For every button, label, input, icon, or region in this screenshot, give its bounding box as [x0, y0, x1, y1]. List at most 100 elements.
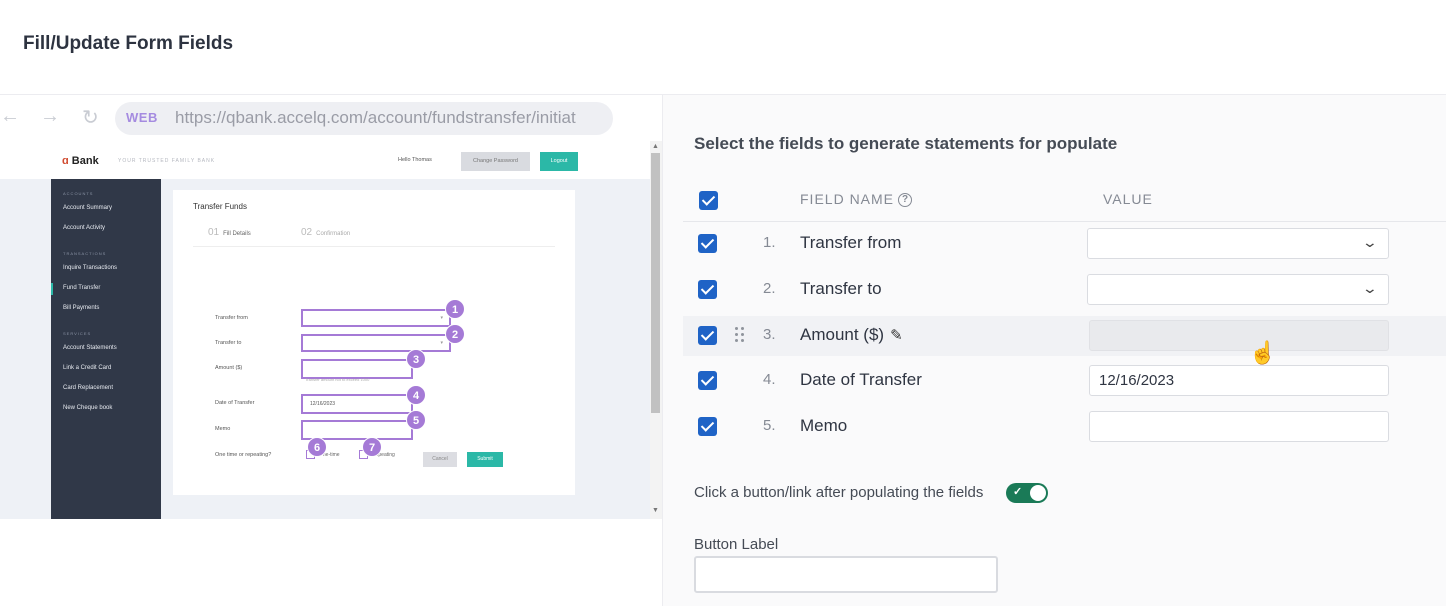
check-icon: ✓ — [1013, 486, 1023, 498]
sidebar-link[interactable]: New Cheque book — [63, 405, 112, 411]
transfer-to-select[interactable]: ▾ — [301, 334, 451, 352]
field-checkbox[interactable] — [698, 326, 717, 345]
field-selection-panel: Select the fields to generate statements… — [662, 95, 1446, 606]
divider — [193, 246, 555, 247]
button-label-input[interactable] — [694, 556, 998, 593]
transfer-from-select[interactable]: ▾ — [301, 309, 451, 327]
sidebar-link[interactable]: Account Summary — [63, 205, 112, 211]
row-index: 3. — [763, 326, 776, 343]
button-label-title: Button Label — [694, 536, 779, 553]
step-badge: 7 — [362, 437, 382, 457]
site-header: ɑ Bank YOUR TRUSTED FAMILY BANK Hello Th… — [0, 141, 650, 179]
field-name: Transfer from — [800, 233, 902, 252]
url-text[interactable]: https://qbank.accelq.com/account/fundstr… — [175, 108, 605, 128]
active-indicator — [51, 283, 53, 295]
cancel-button[interactable]: Cancel — [423, 452, 457, 467]
table-header: FIELD NAME? VALUE — [683, 180, 1446, 222]
amount-hint: Transfer amount not to exceed 1000 — [305, 377, 370, 382]
row-index: 5. — [763, 417, 776, 434]
page-title: Fill/Update Form Fields — [23, 33, 234, 54]
field-name: Transfer to — [800, 279, 882, 298]
row-index: 1. — [763, 234, 776, 251]
click-after-toggle[interactable]: ✓ — [1006, 483, 1048, 503]
page-header: Fill/Update Form Fields — [0, 0, 1446, 95]
value-select[interactable]: ⌄ — [1087, 274, 1389, 305]
label-transfer-from: Transfer from — [215, 315, 248, 321]
sidebar-link[interactable]: Bill Payments — [63, 305, 99, 311]
sidebar-link[interactable]: Link a Credit Card — [63, 365, 111, 371]
step-badge: 1 — [445, 299, 465, 319]
step-badge: 4 — [406, 385, 426, 405]
web-tag: WEB — [126, 110, 158, 125]
field-name: Date of Transfer — [800, 370, 922, 389]
label-memo: Memo — [215, 426, 231, 432]
sidebar-link[interactable]: Account Activity — [63, 225, 105, 231]
chevron-down-icon: ⌄ — [1361, 234, 1379, 250]
back-icon[interactable]: ← — [0, 105, 20, 128]
scroll-up-icon[interactable]: ▲ — [652, 143, 659, 150]
row-index: 2. — [763, 280, 776, 297]
field-name: Amount ($) ✎ — [800, 325, 903, 344]
field-checkbox[interactable] — [698, 234, 717, 253]
sidebar-link[interactable]: Card Replacement — [63, 385, 113, 391]
chevron-down-icon: ▾ — [440, 340, 443, 346]
field-row[interactable]: 5. Memo — [683, 407, 1446, 447]
drag-handle-icon[interactable] — [735, 326, 747, 344]
step-badge: 6 — [307, 437, 327, 457]
preview-scrollbar[interactable]: ▲ ▼ — [650, 141, 662, 519]
reload-icon[interactable]: ↻ — [82, 105, 99, 130]
value-header: VALUE — [1103, 191, 1153, 207]
bank-site-screenshot: ɑ Bank YOUR TRUSTED FAMILY BANK Hello Th… — [0, 141, 650, 519]
field-row[interactable]: 2. Transfer to ⌄ — [683, 270, 1446, 310]
sidebar-section: ACCOUNTS — [63, 191, 94, 196]
amount-input[interactable] — [301, 359, 413, 379]
value-select[interactable]: ⌄ — [1087, 228, 1389, 259]
transfer-card: Transfer Funds 01 Fill Details 02 Confirma… — [173, 190, 575, 495]
field-checkbox[interactable] — [698, 280, 717, 299]
value-input[interactable] — [1089, 411, 1389, 442]
help-icon[interactable]: ? — [898, 193, 913, 208]
logo-text: Bank — [71, 155, 99, 167]
browser-preview: ← → ↻ WEB https://qbank.accelq.com/accou… — [0, 95, 662, 606]
field-name-header: FIELD NAME? — [800, 191, 913, 208]
toggle-knob — [1030, 485, 1046, 501]
sidebar-link[interactable]: Fund Transfer — [63, 285, 100, 291]
field-row[interactable]: 1. Transfer from ⌄ — [683, 224, 1446, 264]
address-bar[interactable]: WEB https://qbank.accelq.com/account/fun… — [115, 102, 613, 135]
field-row[interactable]: 4. Date of Transfer 12/16/2023 — [683, 361, 1446, 401]
scroll-down-icon[interactable]: ▼ — [652, 507, 659, 514]
field-checkbox[interactable] — [698, 417, 717, 436]
field-checkbox[interactable] — [698, 371, 717, 390]
toggle-label: Click a button/link after populating the… — [694, 484, 984, 501]
chevron-down-icon: ⌄ — [1361, 280, 1379, 296]
label-amount: Amount ($) — [215, 365, 243, 371]
sidebar-link[interactable]: Account Statements — [63, 345, 117, 351]
logout-button[interactable]: Logout — [540, 152, 578, 171]
tagline: YOUR TRUSTED FAMILY BANK — [118, 158, 216, 164]
step-badge: 3 — [406, 349, 426, 369]
pencil-icon[interactable]: ✎ — [890, 326, 903, 344]
panel-heading: Select the fields to generate statements… — [694, 134, 1118, 153]
label-repeat: One time or repeating? — [215, 452, 272, 458]
sidebar-link[interactable]: Inquire Transactions — [63, 265, 117, 271]
select-all-checkbox[interactable] — [699, 191, 718, 210]
step-fill-details: 01 Fill Details — [208, 227, 251, 238]
logo-mark: ɑ — [62, 155, 69, 167]
step-confirmation: 02 Confirmation — [301, 227, 351, 238]
greeting: Hello Thomas — [398, 157, 432, 163]
value-input[interactable] — [1089, 320, 1389, 351]
row-index: 4. — [763, 371, 776, 388]
date-input[interactable]: 12/16/2023 — [301, 394, 413, 414]
bank-logo: ɑ Bank — [62, 155, 99, 167]
field-row[interactable]: 3. Amount ($) ✎ ☝ — [683, 316, 1446, 365]
site-sidebar: ACCOUNTS Account Summary Account Activity T… — [51, 179, 161, 519]
fields-table: FIELD NAME? VALUE 1. Transfer from ⌄ 2. Tran… — [683, 180, 1446, 448]
scrollbar-thumb[interactable] — [651, 153, 660, 413]
submit-button[interactable]: Submit — [467, 452, 503, 467]
sidebar-section: SERVICES — [63, 331, 92, 336]
browser-toolbar: ← → ↻ WEB https://qbank.accelq.com/accou… — [0, 95, 662, 141]
label-date: Date of Transfer — [215, 400, 255, 406]
value-input[interactable]: 12/16/2023 — [1089, 365, 1389, 396]
forward-icon[interactable]: → — [40, 105, 60, 128]
change-password-button[interactable]: Change Password — [461, 152, 530, 171]
